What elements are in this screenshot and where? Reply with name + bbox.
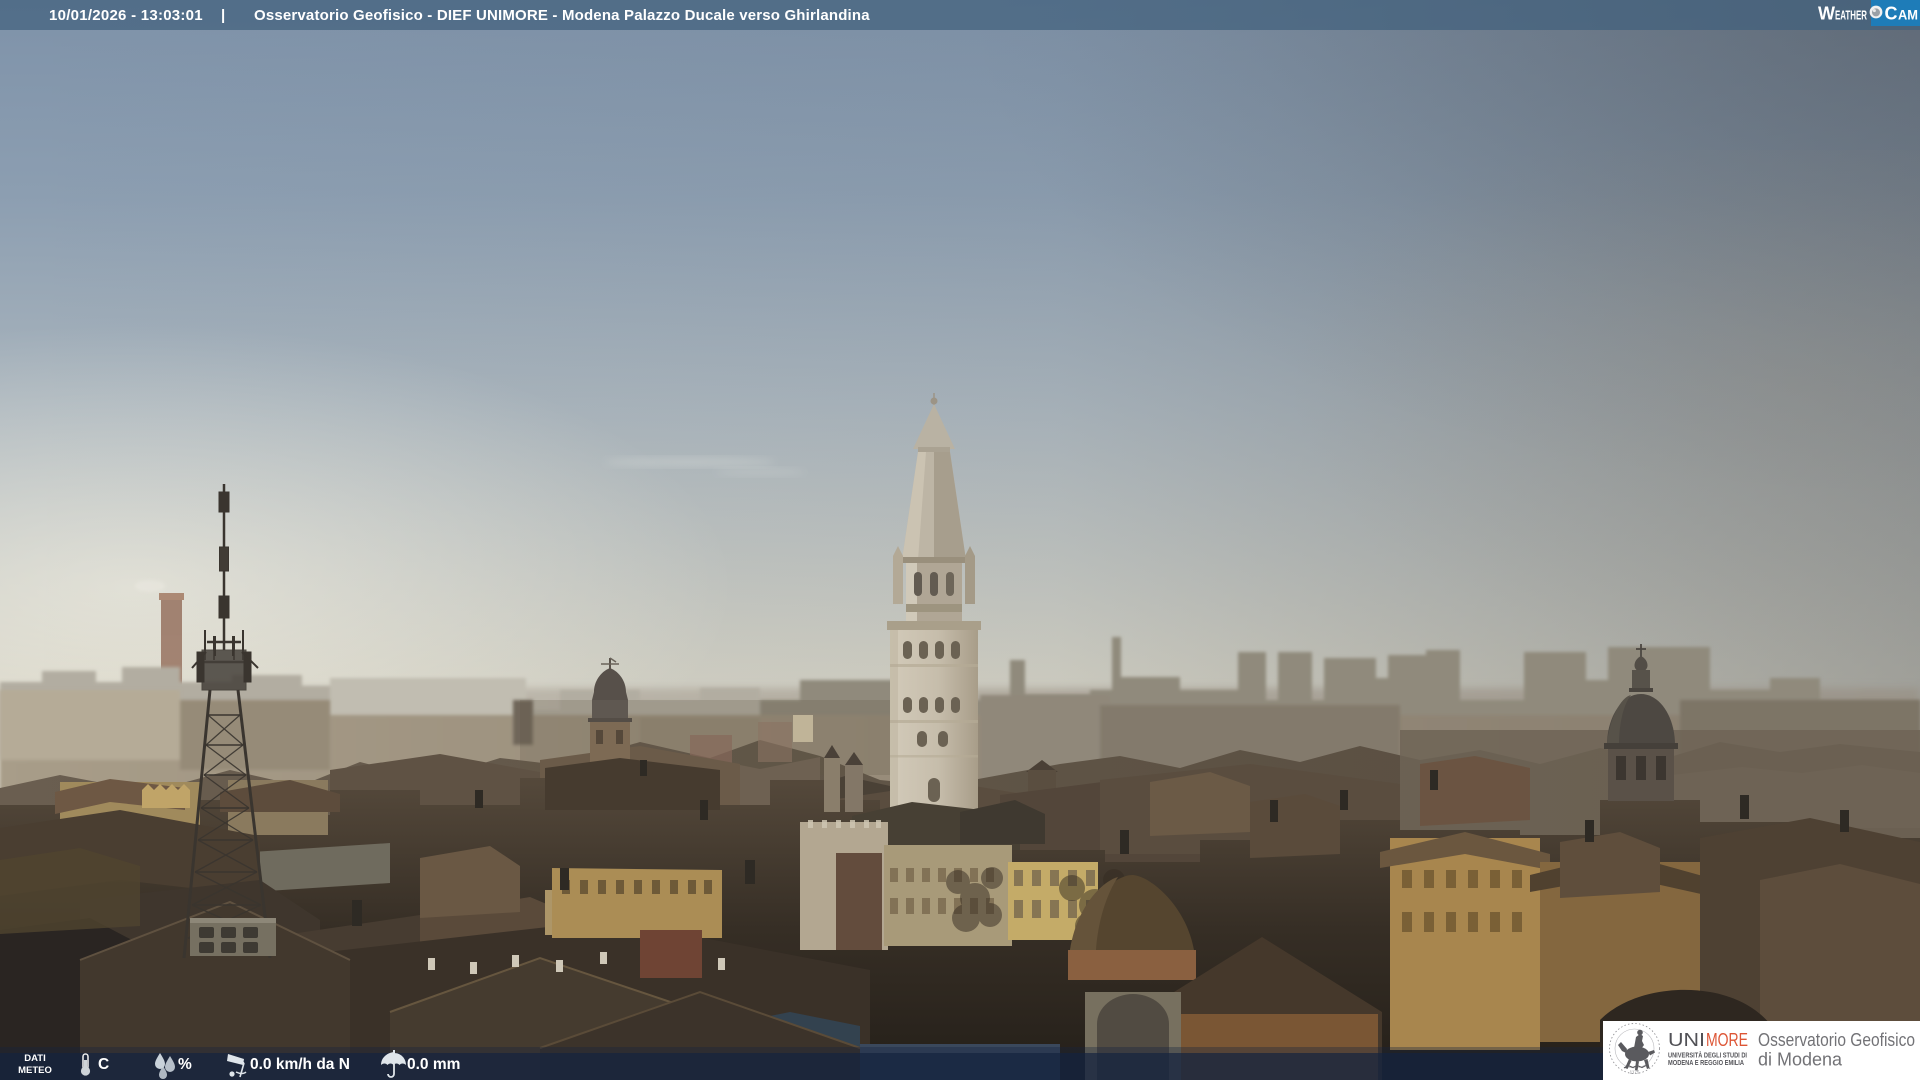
svg-text:0.0 km/h da N: 0.0 km/h da N — [250, 1056, 350, 1073]
svg-text:EATHER: EATHER — [1835, 8, 1867, 23]
svg-text:C: C — [1885, 4, 1898, 24]
svg-text:UNI: UNI — [1668, 1030, 1705, 1050]
svg-text:Osservatorio Geofisico: Osservatorio Geofisico — [1758, 1030, 1915, 1050]
svg-text:MORE: MORE — [1706, 1030, 1748, 1050]
svg-text:di Modena: di Modena — [1758, 1050, 1843, 1070]
svg-text:METEO: METEO — [18, 1065, 52, 1076]
svg-text:|: | — [221, 7, 225, 24]
svg-text:10/01/2026 - 13:03:01: 10/01/2026 - 13:03:01 — [49, 7, 203, 24]
svg-text:DATI: DATI — [24, 1053, 45, 1064]
svg-text:MODENA E REGGIO EMILIA: MODENA E REGGIO EMILIA — [1668, 1058, 1744, 1067]
svg-text:C: C — [98, 1056, 109, 1073]
svg-text:AM: AM — [1898, 8, 1918, 23]
svg-text:0.0 mm: 0.0 mm — [407, 1056, 460, 1073]
svg-text:Osservatorio Geofisico - DIEF: Osservatorio Geofisico - DIEF UNIMORE - … — [254, 7, 870, 24]
svg-text:W: W — [1818, 4, 1835, 24]
svg-text:1175: 1175 — [1630, 1070, 1640, 1075]
svg-text:%: % — [178, 1056, 192, 1073]
